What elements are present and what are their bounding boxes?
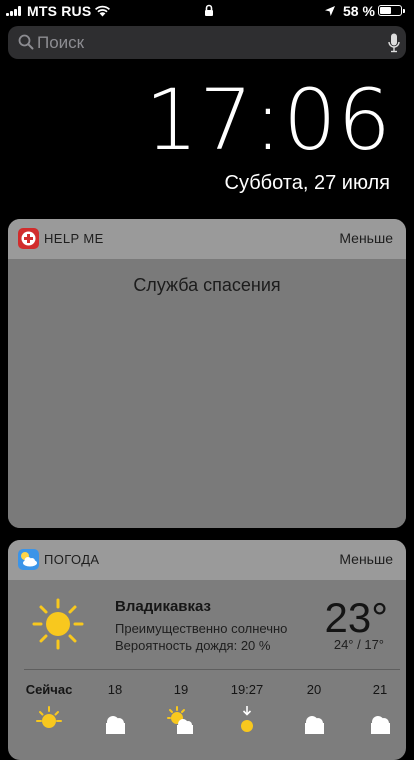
city-name: Владикавказ (115, 598, 212, 615)
weather-body[interactable]: Владикавказ Преимущественно солнечно Вер… (8, 580, 406, 760)
current-temperature: 23° (324, 594, 388, 641)
hour-label: 20 (306, 682, 322, 697)
search-icon (18, 34, 34, 55)
rescue-service-label[interactable]: Служба спасения (8, 275, 406, 296)
sunset-icon (241, 706, 253, 732)
hour-label: 21 (372, 682, 388, 697)
microphone-icon[interactable] (388, 33, 400, 58)
carrier-name: MTS RUS (27, 3, 92, 19)
widget-header: HELP ME Меньше (8, 219, 406, 259)
widget-app-name: HELP ME (44, 231, 104, 246)
cloud-icon (305, 716, 324, 734)
show-less-button[interactable]: Меньше (339, 551, 393, 567)
hourly-forecast-labels: Сейчас 18 19 19:27 20 21 (8, 682, 406, 702)
cloud-icon (106, 716, 125, 734)
wifi-icon (94, 4, 111, 20)
sun-icon (36, 706, 62, 728)
cloud-icon (371, 716, 390, 734)
search-bar (8, 26, 406, 59)
status-bar: MTS RUS 58 % (0, 0, 414, 22)
widget-header: ПОГОДА Меньше (8, 540, 406, 580)
widget-body[interactable]: Служба спасения (8, 259, 406, 528)
partly-sunny-icon (167, 706, 193, 734)
hour-label: 18 (107, 682, 123, 697)
widget-app-name: ПОГОДА (44, 552, 100, 567)
divider (24, 669, 400, 670)
battery-icon (378, 5, 405, 16)
help-me-widget: HELP ME Меньше Служба спасения (8, 219, 406, 528)
temperature-high-low: 24° / 17° (333, 637, 384, 652)
weather-widget: ПОГОДА Меньше Владикавказ Преимущественн… (8, 540, 406, 760)
help-me-app-icon (18, 228, 39, 249)
signal-strength-icon (6, 6, 21, 16)
weather-condition: Преимущественно солнечно (115, 621, 288, 636)
search-input[interactable] (37, 30, 357, 55)
clock-date: Суббота, 27 июля (224, 172, 390, 194)
battery-percentage: 58 % (343, 3, 375, 19)
show-less-button[interactable]: Меньше (339, 230, 393, 246)
rain-probability: Вероятность дождя: 20 % (115, 638, 271, 653)
hourly-forecast-icons (8, 704, 406, 734)
hour-label: 19:27 (230, 682, 264, 697)
hour-label: 19 (173, 682, 189, 697)
location-arrow-icon (324, 4, 336, 20)
weather-app-icon (18, 549, 39, 570)
hour-label: Сейчас (25, 682, 73, 697)
lock-icon (204, 4, 214, 20)
sun-icon (30, 596, 86, 657)
clock-time: 17:06 (144, 71, 392, 169)
